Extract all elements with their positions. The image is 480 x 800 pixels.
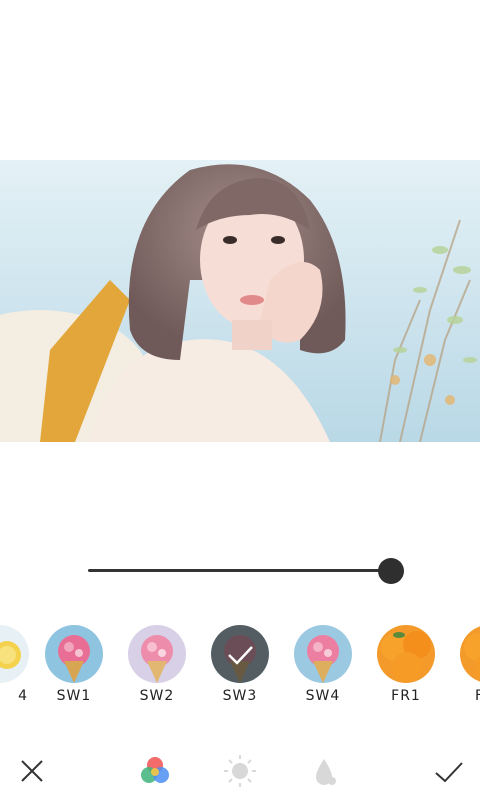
bottom-toolbar — [0, 745, 480, 795]
confirm-button[interactable] — [430, 753, 466, 789]
color-circles-icon — [141, 757, 169, 783]
filter-item-sw2[interactable]: SW2 — [127, 625, 187, 709]
sun-icon — [224, 755, 256, 787]
filter-strip[interactable]: 4 SW1 SW2 SW3 SW4 FR1 — [0, 625, 480, 715]
filter-label: 4 — [18, 688, 28, 704]
blur-tab-button[interactable] — [306, 753, 342, 789]
photo-image — [0, 160, 480, 442]
filter-tab-button[interactable] — [137, 753, 173, 789]
filter-label: SW4 — [305, 688, 341, 704]
filter-item-sw3[interactable]: SW3 — [210, 625, 270, 709]
filter-label: FR1 — [391, 688, 421, 704]
filter-thumb-icecream — [128, 625, 186, 683]
slider-track[interactable] — [88, 569, 392, 572]
intensity-slider[interactable] — [88, 558, 404, 584]
filter-thumb-orange — [377, 625, 435, 683]
check-icon — [435, 762, 463, 783]
photo-preview — [0, 160, 480, 442]
filter-item-sw1[interactable]: SW1 — [44, 625, 104, 709]
brightness-tab-button[interactable] — [222, 753, 258, 789]
filter-label: SW2 — [139, 688, 175, 704]
filter-thumb-icecream — [45, 625, 103, 683]
filter-label: F — [459, 688, 480, 704]
filter-item-sw4[interactable]: SW4 — [293, 625, 353, 709]
filter-label: SW3 — [222, 688, 258, 704]
filter-thumb-orange — [460, 625, 480, 683]
slider-knob[interactable] — [378, 558, 404, 584]
filter-thumb-icecream — [294, 625, 352, 683]
filter-thumb-selected — [211, 625, 269, 683]
cancel-button[interactable] — [14, 753, 50, 789]
filter-item[interactable]: 4 — [0, 625, 30, 709]
filter-item-partial[interactable]: F — [459, 625, 480, 709]
close-icon — [21, 760, 43, 782]
check-icon — [228, 646, 253, 665]
filter-item-fr1[interactable]: FR1 — [376, 625, 436, 709]
filter-label: SW1 — [56, 688, 92, 704]
drop-icon — [316, 759, 336, 785]
filter-thumb-lemon — [0, 625, 29, 683]
